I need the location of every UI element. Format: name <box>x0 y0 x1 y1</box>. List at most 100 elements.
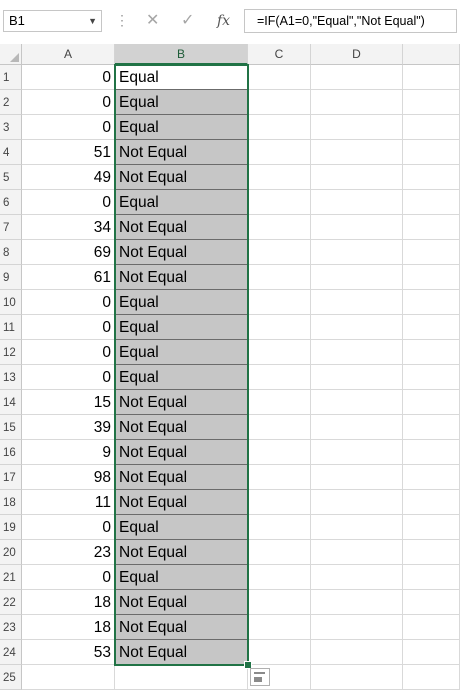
cell-a[interactable]: 34 <box>22 215 115 240</box>
chevron-down-icon[interactable]: ▼ <box>88 11 97 31</box>
cell-c[interactable] <box>248 615 311 640</box>
row-header[interactable]: 15 <box>0 415 22 440</box>
cell-c[interactable] <box>248 490 311 515</box>
more-vertical-icon[interactable]: ⋮ <box>115 12 129 28</box>
cell-c[interactable] <box>248 115 311 140</box>
cell-c[interactable] <box>248 215 311 240</box>
cell-e[interactable] <box>403 290 460 315</box>
cell-a[interactable]: 0 <box>22 340 115 365</box>
cell-e[interactable] <box>403 640 460 665</box>
cell-b[interactable]: Not Equal <box>115 540 248 565</box>
cell-c[interactable] <box>248 515 311 540</box>
cell-c[interactable] <box>248 365 311 390</box>
row-header[interactable]: 22 <box>0 590 22 615</box>
cell-d[interactable] <box>311 215 403 240</box>
cell-d[interactable] <box>311 590 403 615</box>
cell-a[interactable]: 0 <box>22 90 115 115</box>
cell-c[interactable] <box>248 190 311 215</box>
cell-e[interactable] <box>403 90 460 115</box>
cell-b[interactable]: Equal <box>115 90 248 115</box>
cell-c[interactable] <box>248 465 311 490</box>
column-header-e[interactable] <box>403 44 460 65</box>
cell-d[interactable] <box>311 640 403 665</box>
cell-c[interactable] <box>248 315 311 340</box>
cell-a[interactable]: 0 <box>22 515 115 540</box>
quick-analysis-icon[interactable] <box>250 668 270 686</box>
row-header[interactable]: 20 <box>0 540 22 565</box>
row-header[interactable]: 1 <box>0 65 22 90</box>
column-header-d[interactable]: D <box>311 44 403 65</box>
cell-d[interactable] <box>311 340 403 365</box>
cell-e[interactable] <box>403 190 460 215</box>
row-header[interactable]: 24 <box>0 640 22 665</box>
cell-c[interactable] <box>248 565 311 590</box>
cell-d[interactable] <box>311 415 403 440</box>
cell-b[interactable]: Equal <box>115 115 248 140</box>
cell-a[interactable]: 0 <box>22 365 115 390</box>
cell-c[interactable] <box>248 415 311 440</box>
column-header-a[interactable]: A <box>22 44 115 65</box>
row-header[interactable]: 21 <box>0 565 22 590</box>
cell-d[interactable] <box>311 365 403 390</box>
cell-b[interactable]: Equal <box>115 290 248 315</box>
cell-b[interactable]: Not Equal <box>115 590 248 615</box>
cell-b[interactable]: Equal <box>115 565 248 590</box>
cell-b[interactable]: Equal <box>115 340 248 365</box>
cell-c[interactable] <box>248 390 311 415</box>
cell-a[interactable]: 0 <box>22 290 115 315</box>
column-header-b[interactable]: B <box>115 44 248 65</box>
cell-a[interactable]: 0 <box>22 315 115 340</box>
cell-d[interactable] <box>311 90 403 115</box>
row-header[interactable]: 5 <box>0 165 22 190</box>
cell-d[interactable] <box>311 140 403 165</box>
row-header[interactable]: 18 <box>0 490 22 515</box>
cell-d[interactable] <box>311 165 403 190</box>
cell-a[interactable]: 15 <box>22 390 115 415</box>
cell-b[interactable]: Equal <box>115 515 248 540</box>
cell-a[interactable]: 23 <box>22 540 115 565</box>
cell-d[interactable] <box>311 665 403 690</box>
cell-e[interactable] <box>403 315 460 340</box>
cell-d[interactable] <box>311 515 403 540</box>
cell-b[interactable]: Equal <box>115 65 248 90</box>
cell-d[interactable] <box>311 115 403 140</box>
cell-a[interactable]: 61 <box>22 265 115 290</box>
formula-input[interactable]: =IF(A1=0,"Equal","Not Equal") <box>244 9 457 33</box>
cell-d[interactable] <box>311 565 403 590</box>
cell-c[interactable] <box>248 65 311 90</box>
cell-b[interactable] <box>115 665 248 690</box>
row-header[interactable]: 8 <box>0 240 22 265</box>
cell-e[interactable] <box>403 490 460 515</box>
enter-icon[interactable]: ✓ <box>181 11 194 31</box>
cell-d[interactable] <box>311 440 403 465</box>
row-header[interactable]: 6 <box>0 190 22 215</box>
row-header[interactable]: 12 <box>0 340 22 365</box>
cell-e[interactable] <box>403 415 460 440</box>
cell-b[interactable]: Not Equal <box>115 215 248 240</box>
cell-b[interactable]: Not Equal <box>115 640 248 665</box>
cell-a[interactable] <box>22 665 115 690</box>
cell-c[interactable] <box>248 240 311 265</box>
cell-e[interactable] <box>403 65 460 90</box>
cell-b[interactable]: Not Equal <box>115 390 248 415</box>
cell-e[interactable] <box>403 565 460 590</box>
cell-e[interactable] <box>403 240 460 265</box>
row-header[interactable]: 13 <box>0 365 22 390</box>
cell-d[interactable] <box>311 190 403 215</box>
cell-c[interactable] <box>248 440 311 465</box>
cell-b[interactable]: Not Equal <box>115 240 248 265</box>
cell-e[interactable] <box>403 440 460 465</box>
row-header[interactable]: 7 <box>0 215 22 240</box>
cell-d[interactable] <box>311 265 403 290</box>
select-all-button[interactable] <box>0 44 22 65</box>
cell-a[interactable]: 49 <box>22 165 115 190</box>
insert-function-icon[interactable]: fx <box>217 11 230 31</box>
cell-a[interactable]: 9 <box>22 440 115 465</box>
row-header[interactable]: 16 <box>0 440 22 465</box>
cell-e[interactable] <box>403 340 460 365</box>
cell-e[interactable] <box>403 540 460 565</box>
cell-e[interactable] <box>403 165 460 190</box>
row-header[interactable]: 4 <box>0 140 22 165</box>
cell-d[interactable] <box>311 540 403 565</box>
cell-b[interactable]: Not Equal <box>115 615 248 640</box>
